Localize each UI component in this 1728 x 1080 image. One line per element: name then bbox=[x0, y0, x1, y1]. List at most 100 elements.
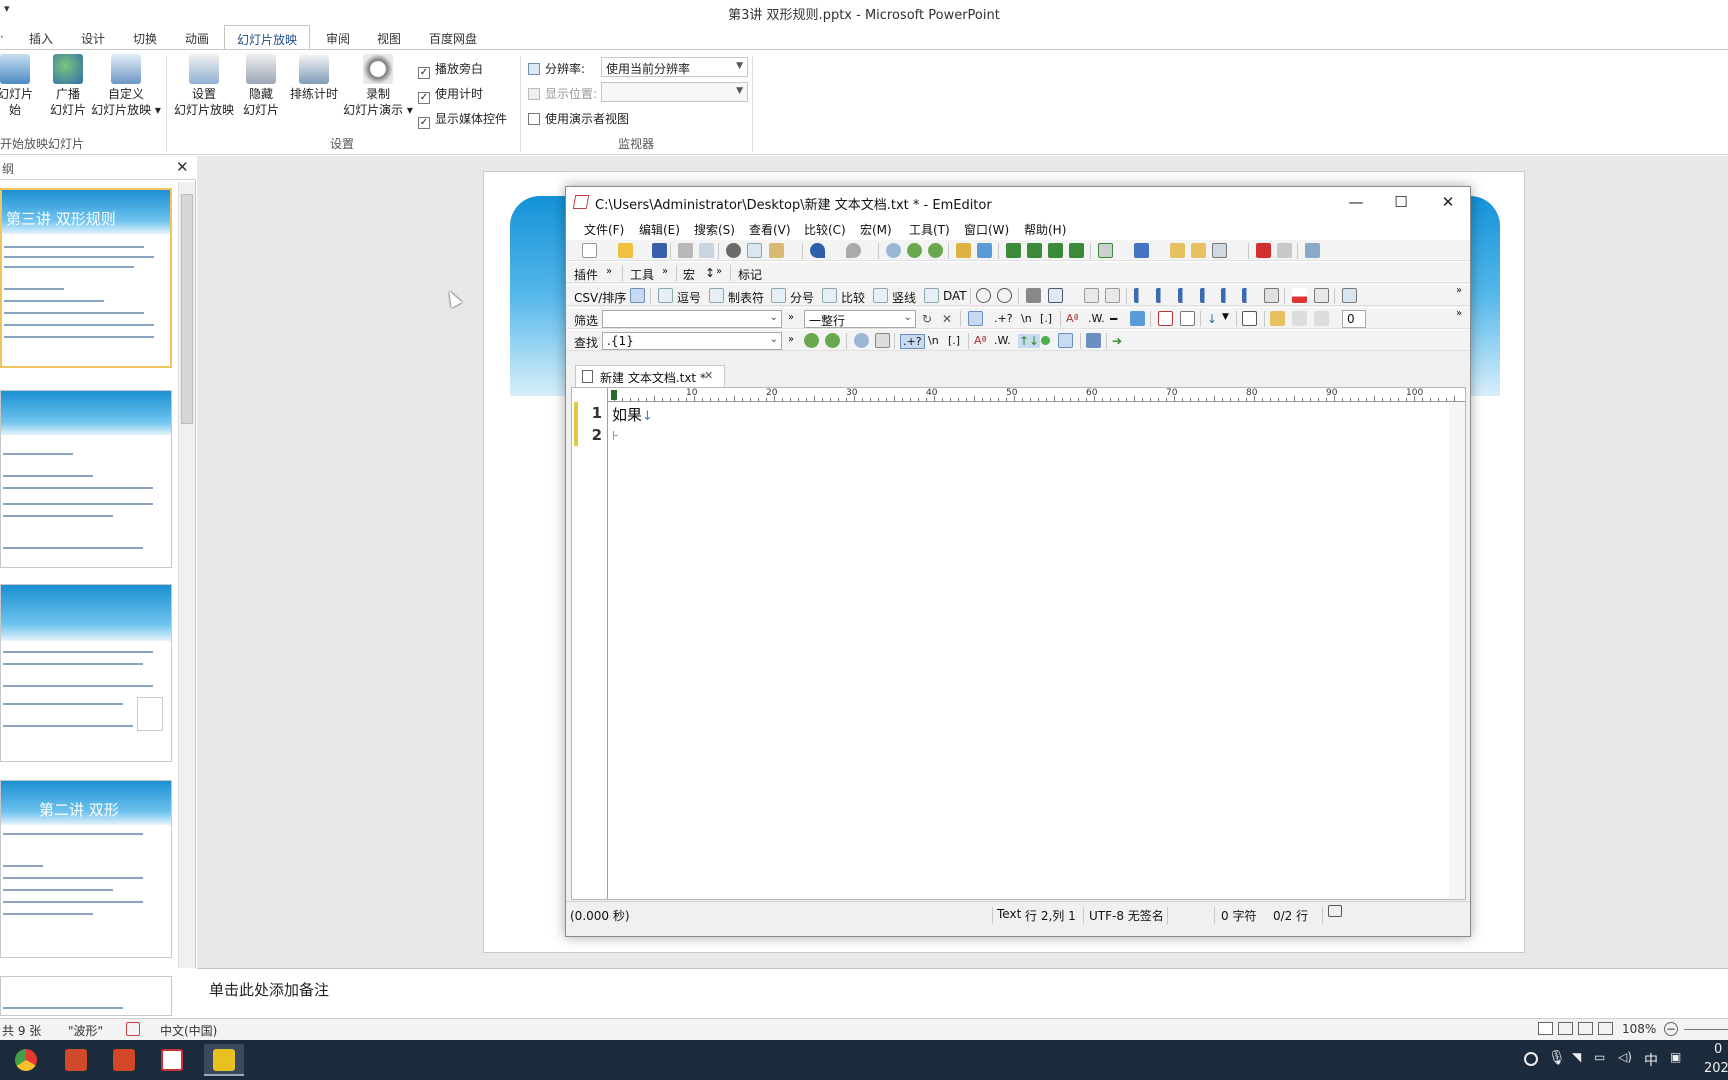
markers-toolbar-label[interactable]: 标记 bbox=[738, 266, 762, 283]
tab-slideshow[interactable]: 幻灯片放映 bbox=[224, 25, 311, 51]
find-previous-icon[interactable] bbox=[928, 243, 943, 258]
macro-icon[interactable] bbox=[1170, 243, 1185, 258]
tab-transitions[interactable]: 切换 bbox=[133, 30, 157, 47]
menu-search[interactable]: 搜索(S) bbox=[694, 221, 735, 238]
chevron-up-icon[interactable]: ◥ bbox=[1572, 1050, 1581, 1064]
presenter-view-checkbox[interactable]: 使用演示者视图 bbox=[528, 110, 629, 127]
slide-thumbnail-3[interactable] bbox=[0, 584, 172, 762]
chevron-down-icon[interactable]: ▼ bbox=[1222, 312, 1229, 322]
taskbar-chrome[interactable] bbox=[6, 1044, 46, 1076]
language[interactable]: 中文(中国) bbox=[160, 1022, 217, 1039]
sort-length-ascending-icon[interactable] bbox=[1221, 288, 1236, 303]
find-options-icon[interactable] bbox=[875, 333, 890, 348]
spell-options-icon[interactable] bbox=[1314, 288, 1329, 303]
column-right-icon[interactable] bbox=[1105, 288, 1120, 303]
sort-numeric-descending-icon[interactable] bbox=[1200, 288, 1215, 303]
setup-slideshow-button[interactable]: 设置 幻灯片放映 bbox=[172, 54, 236, 118]
csv-normal-icon[interactable] bbox=[630, 288, 645, 303]
scrollbar-thumb[interactable] bbox=[181, 194, 193, 424]
taskbar-emeditor[interactable] bbox=[152, 1044, 192, 1076]
zoom-slider[interactable] bbox=[1684, 1029, 1728, 1030]
find-brackets-toggle[interactable]: [.] bbox=[948, 334, 960, 347]
plugins-toolbar-label[interactable]: 插件 bbox=[574, 266, 598, 283]
csv-mode-icon[interactable] bbox=[1006, 243, 1021, 258]
split-icon[interactable] bbox=[1069, 243, 1084, 258]
select-icon[interactable] bbox=[1134, 243, 1149, 258]
filter-input[interactable]: ⌄ bbox=[602, 310, 782, 328]
show-media-controls-checkbox[interactable]: ✓ 显示媒体控件 bbox=[418, 110, 507, 129]
match-case-icon[interactable]: Aª bbox=[974, 334, 987, 347]
csv-dat-button[interactable]: DAT bbox=[943, 289, 967, 303]
slide-thumbnail-5[interactable] bbox=[0, 976, 172, 1016]
comment-icon[interactable] bbox=[1328, 905, 1342, 917]
slide-sorter-view-icon[interactable] bbox=[1558, 1022, 1573, 1035]
keyboard-icon[interactable]: ▣ bbox=[1670, 1050, 1681, 1064]
menu-tools[interactable]: 工具(T) bbox=[909, 221, 950, 238]
use-timings-checkbox[interactable]: ✓ 使用计时 bbox=[418, 85, 483, 104]
tab-review[interactable]: 审阅 bbox=[326, 30, 350, 47]
normal-view-icon[interactable] bbox=[1538, 1022, 1553, 1035]
close-button[interactable]: ✕ bbox=[1428, 190, 1468, 214]
editor-mode[interactable]: Text bbox=[997, 907, 1021, 921]
arrow-down-icon[interactable]: ↓ bbox=[1207, 312, 1217, 326]
find-previous-icon[interactable] bbox=[804, 333, 819, 348]
menu-macro[interactable]: 宏(M) bbox=[860, 221, 892, 238]
refresh-icon[interactable]: ↻ bbox=[922, 312, 932, 326]
clipboard-icon[interactable] bbox=[1098, 243, 1113, 258]
csv-tab-button[interactable]: 制表符 bbox=[728, 289, 764, 306]
word-wrap-icon[interactable] bbox=[1027, 243, 1042, 258]
csv-compare-button[interactable]: 比较 bbox=[841, 289, 865, 306]
clear-filter-icon[interactable]: ✕ bbox=[942, 312, 952, 326]
sort-numeric-ascending-icon[interactable] bbox=[1178, 288, 1193, 303]
zoom-level[interactable]: 108% bbox=[1622, 1022, 1656, 1036]
tab-animations[interactable]: 动画 bbox=[185, 30, 209, 47]
from-beginning-button[interactable]: 幻灯片 始 bbox=[0, 54, 38, 118]
extract-icon[interactable] bbox=[1314, 311, 1329, 326]
match-case-icon[interactable]: Aª bbox=[1066, 312, 1079, 325]
menu-compare[interactable]: 比较(C) bbox=[804, 221, 846, 238]
stop-record-icon[interactable] bbox=[1256, 243, 1271, 258]
slide-thumbnail-4[interactable]: 第二讲 双形 bbox=[0, 780, 172, 958]
text-line[interactable]: 如果↓ bbox=[612, 404, 653, 425]
chevron-right-icon[interactable]: » bbox=[606, 266, 612, 277]
chevron-right-icon[interactable]: » bbox=[716, 266, 722, 277]
tab-baidu-netdisk[interactable]: 百度网盘 bbox=[429, 30, 477, 47]
menu-view[interactable]: 查看(V) bbox=[749, 221, 791, 238]
find-next-icon[interactable] bbox=[907, 243, 922, 258]
tab-file-edge[interactable]: · bbox=[0, 30, 4, 44]
slide-thumbnail-2[interactable] bbox=[0, 390, 172, 568]
filter-icon[interactable] bbox=[977, 243, 992, 258]
highlight-search-icon[interactable] bbox=[854, 333, 869, 348]
find-in-files-icon[interactable] bbox=[956, 243, 971, 258]
chevron-right-icon[interactable]: » bbox=[662, 266, 668, 277]
find-next-icon[interactable] bbox=[825, 333, 840, 348]
record-indicator-icon[interactable] bbox=[1524, 1052, 1538, 1066]
filter-count-field[interactable]: 0 bbox=[1342, 310, 1366, 328]
save-icon[interactable] bbox=[652, 243, 667, 258]
menu-window[interactable]: 窗口(W) bbox=[964, 221, 1009, 238]
no-sort-icon[interactable] bbox=[997, 288, 1012, 303]
macro-toolbar-label[interactable]: 宏 bbox=[683, 266, 695, 283]
slideshow-view-icon[interactable] bbox=[1598, 1022, 1613, 1035]
whole-word-icon[interactable]: .W. bbox=[994, 334, 1011, 347]
mark-icon[interactable] bbox=[1038, 333, 1053, 348]
settings-wrench-icon[interactable] bbox=[1305, 243, 1320, 258]
spell-check-icon[interactable] bbox=[126, 1022, 140, 1036]
find-regex-toggle[interactable]: .+? bbox=[900, 334, 925, 349]
close-icon[interactable]: ✕ bbox=[176, 158, 189, 176]
lock-icon[interactable] bbox=[1270, 311, 1285, 326]
dash-icon[interactable]: ━ bbox=[1110, 312, 1117, 326]
cursor-position[interactable]: 行 2,列 1 bbox=[1025, 907, 1076, 924]
play-macro-icon[interactable] bbox=[1277, 243, 1292, 258]
redo-icon[interactable] bbox=[846, 243, 861, 258]
find-newline-toggle[interactable]: \n bbox=[928, 334, 939, 347]
volume-icon[interactable]: ◁) bbox=[1618, 1050, 1632, 1064]
filter-brackets-toggle[interactable]: [.] bbox=[1040, 312, 1052, 325]
minimize-button[interactable]: — bbox=[1336, 190, 1376, 214]
maximize-button[interactable]: ☐ bbox=[1381, 190, 1421, 214]
csv-vertical-button[interactable]: 竖线 bbox=[892, 289, 916, 306]
print-preview-icon[interactable] bbox=[699, 243, 714, 258]
sort-ascending-icon[interactable] bbox=[1134, 288, 1149, 303]
reading-view-icon[interactable] bbox=[1578, 1022, 1593, 1035]
chevron-down-icon[interactable]: ⌄ bbox=[770, 312, 778, 323]
